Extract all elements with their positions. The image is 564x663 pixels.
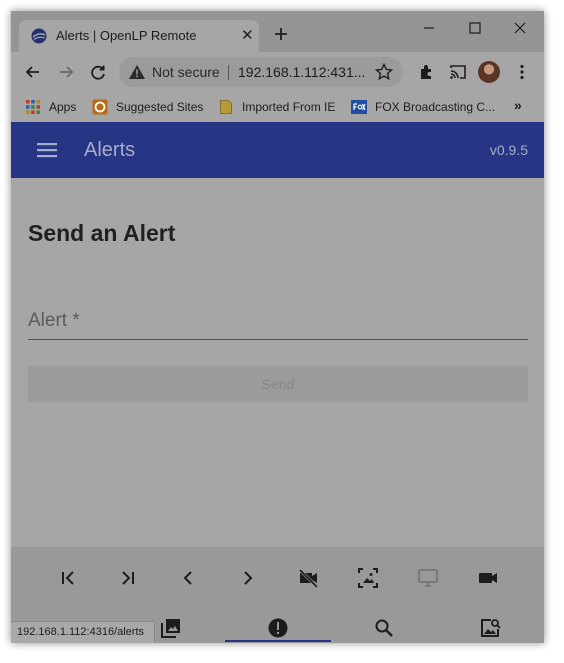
address-divider <box>228 65 229 80</box>
browser-tab[interactable]: Alerts | OpenLP Remote ✕ <box>19 20 259 52</box>
search-icon[interactable] <box>373 617 395 639</box>
send-alert-heading: Send an Alert <box>28 220 176 246</box>
openlp-favicon-icon <box>31 28 47 44</box>
active-tab-indicator <box>225 640 331 642</box>
security-label: Not secure <box>152 64 220 80</box>
tab-title: Alerts | OpenLP Remote <box>56 28 197 43</box>
hide-display-icon[interactable] <box>297 567 319 589</box>
fox-icon <box>351 100 367 114</box>
slides-icon[interactable] <box>160 617 182 639</box>
new-tab-icon[interactable] <box>273 26 289 42</box>
next-icon[interactable] <box>237 567 259 589</box>
page-title: Alerts <box>84 139 136 161</box>
title-bar: Alerts | OpenLP Remote ✕ <box>11 11 544 52</box>
extensions-icon[interactable] <box>417 62 437 82</box>
folder-icon <box>220 100 232 114</box>
app-bar: Alerts v0.9.5 <box>11 122 544 178</box>
bookmark-label: Imported From IE <box>242 100 336 114</box>
themes-icon[interactable] <box>479 617 501 639</box>
maximize-icon[interactable] <box>465 18 485 38</box>
address-url[interactable]: 192.168.1.112:431... <box>238 64 365 80</box>
alert-input-underline <box>28 339 528 340</box>
bookmark-label: Suggested Sites <box>116 100 204 114</box>
tab-close-icon[interactable]: ✕ <box>241 28 254 44</box>
blank-to-theme-icon[interactable] <box>357 567 379 589</box>
bookmark-star-icon[interactable] <box>375 63 393 81</box>
version-label: v0.9.5 <box>489 142 528 158</box>
minimize-icon[interactable] <box>419 18 439 38</box>
browser-toolbar: Not secure 192.168.1.112:431... <box>11 52 544 92</box>
browser-window: Alerts | OpenLP Remote ✕ Not secure 192.… <box>11 11 544 643</box>
warning-icon <box>129 65 145 79</box>
forward-icon[interactable] <box>56 62 76 82</box>
first-slide-icon[interactable] <box>57 567 79 589</box>
alert-input[interactable]: Alert * <box>28 296 528 340</box>
bookmarks-overflow-icon[interactable]: » <box>514 97 522 113</box>
close-window-icon[interactable] <box>510 18 530 38</box>
apps-grid-icon <box>26 100 40 114</box>
bookmark-label: Apps <box>49 100 77 114</box>
back-icon[interactable] <box>23 62 43 82</box>
cast-icon[interactable] <box>448 62 468 82</box>
send-button[interactable]: Send <box>28 366 528 402</box>
address-bar[interactable]: Not secure 192.168.1.112:431... <box>119 57 403 87</box>
profile-avatar[interactable] <box>478 61 500 83</box>
last-slide-icon[interactable] <box>117 567 139 589</box>
show-display-icon[interactable] <box>417 567 439 589</box>
reload-icon[interactable] <box>88 62 108 82</box>
status-bar-url: 192.168.1.112:4316/alerts <box>11 621 156 643</box>
alerts-icon[interactable] <box>267 617 289 639</box>
page-content: Alerts v0.9.5 Send an Alert Alert * Send <box>11 122 544 643</box>
slide-controls-bar <box>11 547 544 607</box>
bookmarks-bar: Apps Suggested Sites Imported From IE FO… <box>11 92 544 122</box>
more-menu-icon[interactable] <box>512 62 532 82</box>
hamburger-menu-icon[interactable] <box>37 141 57 159</box>
alert-input-placeholder: Alert * <box>28 310 80 331</box>
suggested-sites-icon <box>92 99 108 115</box>
bookmark-label: FOX Broadcasting C... <box>375 100 496 114</box>
previous-icon[interactable] <box>177 567 199 589</box>
live-video-icon[interactable] <box>477 567 499 589</box>
